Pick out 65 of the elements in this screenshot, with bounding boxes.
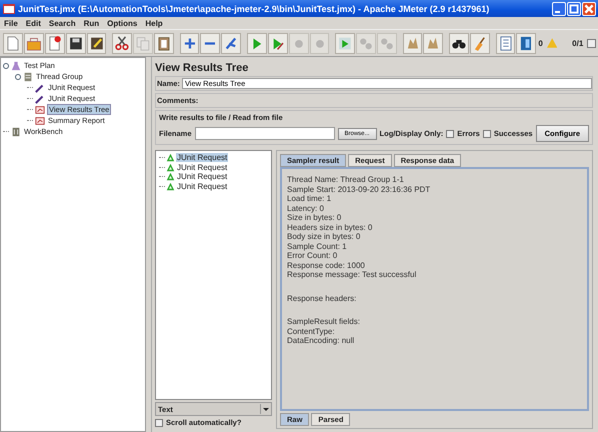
result-line: Error Count: 0	[287, 251, 338, 260]
save-as-icon[interactable]	[86, 32, 106, 54]
menu-item[interactable]: Help	[145, 18, 163, 28]
help-icon[interactable]	[516, 32, 536, 54]
menu-item[interactable]: Run	[84, 18, 100, 28]
checkbox[interactable]	[155, 418, 163, 426]
menu-item[interactable]: Options	[107, 18, 138, 28]
result-line: Load time: 1	[287, 194, 332, 204]
warning-count: 0	[538, 38, 543, 48]
cut-icon[interactable]	[112, 32, 132, 54]
menu-item[interactable]: Edit	[26, 18, 41, 28]
open-icon[interactable]	[24, 32, 44, 54]
checkbox[interactable]	[446, 130, 454, 138]
menu-item[interactable]: Search	[48, 18, 76, 28]
result-line: SampleResult fields:	[287, 317, 361, 326]
toggle-icon[interactable]	[221, 32, 242, 54]
result-item[interactable]: JUnit Request	[176, 162, 228, 172]
maximize-icon	[568, 2, 580, 14]
result-line: Size in bytes: 0	[287, 213, 342, 222]
result-line: Headers size in bytes: 0	[287, 222, 374, 232]
result-item[interactable]: JUnit Request	[176, 172, 228, 182]
result-line: Latency: 0	[287, 204, 325, 213]
start-icon[interactable]	[246, 32, 267, 54]
templates-icon[interactable]	[44, 32, 65, 54]
thread-count: 0/1	[572, 38, 584, 48]
result-line: Response code: 1000	[287, 260, 366, 270]
success-icon	[166, 153, 175, 162]
app-icon	[3, 4, 15, 14]
result-line: Response headers:	[287, 294, 358, 303]
close-button[interactable]	[582, 2, 596, 16]
result-line: ContentType:	[287, 326, 336, 336]
filename-field[interactable]	[194, 127, 335, 140]
result-item[interactable]: JUnit Request	[176, 182, 228, 191]
search-icon[interactable]	[449, 32, 469, 54]
result-item[interactable]: JUnit Request	[176, 153, 228, 162]
panel-title: View Results Tree	[155, 61, 250, 76]
chart-window-icon	[35, 116, 45, 126]
function-icon[interactable]	[496, 32, 516, 54]
window-title: JunitTest.jmx (E:\AutomationTools\Jmeter\apache-jmeter-2.9\bin\JunitTest.jmx) - Apache JMeter (2.9 r1437961)	[18, 4, 490, 14]
remote-start-icon[interactable]	[335, 32, 356, 54]
new-icon[interactable]	[3, 32, 23, 54]
start-no-pause-icon[interactable]	[268, 32, 288, 54]
checkbox[interactable]	[482, 130, 491, 138]
result-line: Sample Count: 1	[287, 242, 348, 251]
menu-item[interactable]: File	[4, 18, 18, 28]
success-icon	[166, 162, 175, 172]
expand-icon[interactable]	[180, 32, 200, 54]
success-icon	[166, 172, 175, 182]
collapse-icon[interactable]	[200, 32, 220, 54]
result-line: Thread Name: Thread Group 1-1	[287, 175, 405, 184]
result-line: Response message: Test successful	[287, 270, 418, 280]
chart-window-icon	[35, 104, 45, 114]
close-icon	[583, 2, 595, 14]
minimize-icon	[555, 10, 560, 12]
result-line: DataEncoding: null	[287, 336, 356, 346]
result-line: Sample Start: 2013-09-20 23:16:36 PDT	[287, 184, 432, 194]
caret-icon	[260, 404, 271, 414]
save-icon[interactable]	[66, 32, 86, 54]
flask-icon	[11, 60, 21, 70]
status-indicator-icon	[587, 38, 596, 48]
success-icon	[166, 182, 175, 191]
result-line: Body size in bytes: 0	[287, 232, 362, 242]
minimize-button[interactable]	[552, 2, 566, 16]
maximize-button[interactable]	[567, 2, 581, 16]
paste-icon[interactable]	[154, 32, 174, 54]
